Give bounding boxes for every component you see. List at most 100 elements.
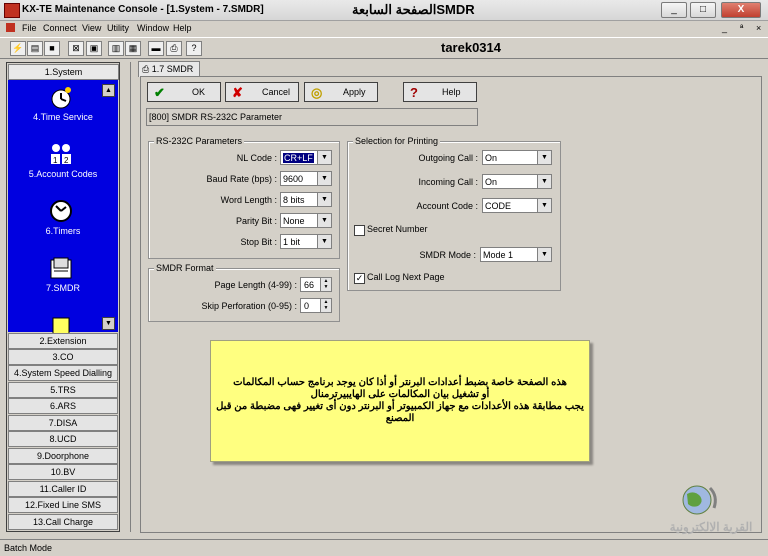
upload-icon[interactable]: ▥	[108, 41, 124, 56]
nl-code-select[interactable]: CR+LF ▼	[280, 150, 332, 165]
help-button[interactable]: ? Help	[403, 82, 477, 102]
download-icon[interactable]: ▦	[125, 41, 141, 56]
calllog-checkbox[interactable]: ✓	[354, 273, 365, 284]
baud-label: Baud Rate (bps) :	[206, 174, 277, 184]
outgoing-select[interactable]: On ▼	[482, 150, 552, 165]
mdi-minimize[interactable]: _	[722, 23, 727, 33]
printer-icon[interactable]	[48, 256, 74, 280]
note-line-2: أو تشغيل بيان المكالمات على الهايبيرترمن…	[310, 389, 490, 400]
chevron-down-icon: ▼	[537, 199, 551, 212]
minimize-button[interactable]: _	[661, 2, 687, 18]
nav-doorphone[interactable]: 9.Doorphone	[8, 448, 118, 464]
incoming-select[interactable]: On ▼	[482, 174, 552, 189]
people-icon[interactable]: 12	[48, 142, 74, 166]
nav-extension[interactable]: 2.Extension	[8, 333, 118, 349]
printer-icon[interactable]: ⎙	[166, 41, 182, 56]
overlay-title: الصفحة السابعةSMDR	[352, 2, 475, 17]
skip-stepper[interactable]: 0 ▲ ▼	[300, 298, 332, 313]
stop-icon[interactable]: ▣	[86, 41, 102, 56]
spin-icon[interactable]: ▲ ▼	[320, 278, 331, 291]
outgoing-label: Outgoing Call :	[418, 153, 478, 163]
mdi-close[interactable]: ×	[756, 23, 761, 33]
window-title: KX-TE Maintenance Console - [1.System - …	[22, 4, 264, 15]
doc-icon	[6, 23, 15, 32]
nav-ars[interactable]: 6.ARS	[8, 398, 118, 414]
disconnect-icon[interactable]: ⊠	[68, 41, 84, 56]
nav-label-timers[interactable]: 6.Timers	[8, 226, 118, 236]
user-label: tarek0314	[441, 40, 501, 55]
menu-file[interactable]: File	[22, 23, 37, 33]
scroll-up-icon[interactable]: ▲	[102, 84, 115, 97]
note-line-4: المصنع	[385, 413, 415, 424]
nav-bv[interactable]: 10.BV	[8, 464, 118, 480]
nl-code-label: NL Code :	[236, 153, 277, 163]
save-icon[interactable]: ■	[44, 41, 60, 56]
nav-ucd[interactable]: 8.UCD	[8, 431, 118, 447]
menu-help[interactable]: Help	[173, 23, 192, 33]
timer-icon[interactable]	[48, 198, 74, 222]
spin-icon[interactable]: ▲ ▼	[320, 299, 331, 312]
nav-label-account-codes[interactable]: 5.Account Codes	[8, 169, 118, 179]
secret-checkbox[interactable]	[354, 225, 365, 236]
globe-icon	[682, 485, 717, 515]
help-icon: ?	[410, 85, 418, 100]
menu-connect[interactable]: Connect	[43, 23, 77, 33]
word-select[interactable]: 8 bits ▼	[280, 192, 332, 207]
incoming-label: Incoming Call :	[418, 177, 478, 187]
cancel-button[interactable]: ✘ Cancel	[225, 82, 299, 102]
mode-select[interactable]: Mode 1 ▼	[480, 247, 552, 262]
nav-fixed-line-sms[interactable]: 12.Fixed Line SMS	[8, 497, 118, 513]
nav-label-smdr[interactable]: 7.SMDR	[8, 283, 118, 293]
close-button[interactable]: X	[721, 2, 761, 18]
ok-button[interactable]: ✔ OK	[147, 82, 221, 102]
rs232-title: RS-232C Parameters	[154, 136, 245, 146]
tab-icon: ⎙	[142, 64, 150, 74]
tab-label: 1.7 SMDR	[151, 64, 194, 74]
menu-view[interactable]: View	[82, 23, 101, 33]
mdi-restore[interactable]: ª	[740, 23, 743, 33]
x-icon: ✘	[232, 85, 243, 100]
title-bar: KX-TE Maintenance Console - [1.System - …	[0, 0, 768, 21]
menu-window[interactable]: Window	[137, 23, 169, 33]
nav-co[interactable]: 3.CO	[8, 349, 118, 365]
tab-smdr[interactable]: ⎙ 1.7 SMDR	[138, 61, 200, 77]
nav-system-button[interactable]: 1.System	[8, 64, 119, 80]
chevron-down-icon: ▼	[317, 172, 331, 185]
parity-label: Parity Bit :	[235, 216, 277, 226]
account-select[interactable]: CODE ▼	[482, 198, 552, 213]
nav-speed-dialling[interactable]: 4.System Speed Dialling	[8, 365, 118, 381]
nav-call-charge[interactable]: 13.Call Charge	[8, 514, 118, 530]
stop-select[interactable]: 1 bit ▼	[280, 234, 332, 249]
mode-label: SMDR Mode :	[419, 250, 476, 260]
menu-utility[interactable]: Utility	[107, 23, 129, 33]
help-icon[interactable]: ?	[186, 41, 202, 56]
annotation-note: هذه الصفحة خاصة بضبط أعدادات البرنتر أو …	[210, 340, 590, 462]
print-icon[interactable]: ▬	[148, 41, 164, 56]
smdr-format-title: SMDR Format	[154, 263, 216, 273]
nav-trs[interactable]: 5.TRS	[8, 382, 118, 398]
app-icon	[4, 3, 20, 18]
nav-disa[interactable]: 7.DISA	[8, 415, 118, 431]
status-text: Batch Mode	[4, 543, 53, 553]
clock-icon[interactable]	[48, 86, 74, 110]
baud-select[interactable]: 9600 ▼	[280, 171, 332, 186]
page-length-label: Page Length (4-99) :	[214, 280, 297, 290]
printing-title: Selection for Printing	[353, 136, 441, 146]
nav-panel: 1.System ▲ ▼ 4.Time Service 12 5.Account…	[6, 62, 120, 532]
connect-icon[interactable]: ⚡	[10, 41, 26, 56]
chevron-down-icon: ▼	[537, 175, 551, 188]
nav-caller-id[interactable]: 11.Caller ID	[8, 481, 118, 497]
maximize-button[interactable]: □	[690, 2, 716, 18]
page-length-stepper[interactable]: 66 ▲ ▼	[300, 277, 332, 292]
chevron-down-icon: ▼	[317, 151, 331, 164]
parity-select[interactable]: None ▼	[280, 213, 332, 228]
open-icon[interactable]: ▤	[27, 41, 43, 56]
check-icon: ✔	[154, 85, 165, 100]
scroll-down-icon[interactable]: ▼	[102, 317, 115, 330]
parameter-title: [800] SMDR RS-232C Parameter	[146, 108, 478, 126]
toolbar: ⚡ ▤ ■ ⊠ ▣ ▥ ▦ ▬ ⎙ ?	[0, 37, 768, 59]
nav-label-time-service[interactable]: 4.Time Service	[8, 112, 118, 122]
word-label: Word Length :	[220, 195, 277, 205]
apply-button[interactable]: ◎ Apply	[304, 82, 378, 102]
chevron-down-icon: ▼	[317, 193, 331, 206]
